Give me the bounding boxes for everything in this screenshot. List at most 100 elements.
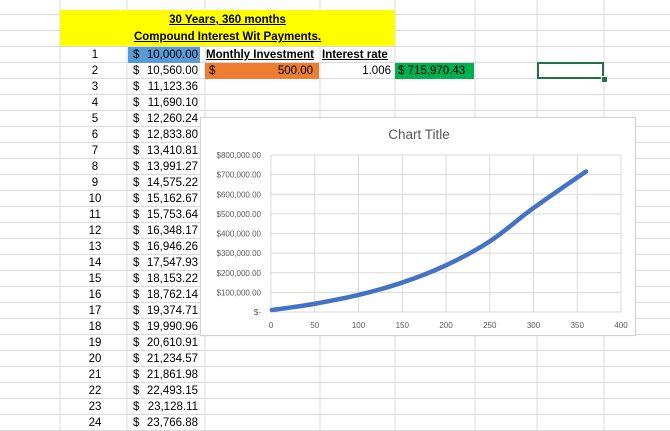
row-number[interactable]: 2 (65, 63, 125, 79)
amount-cell[interactable]: $19,990.96 (128, 319, 200, 335)
amount-cell[interactable]: $13,991.27 (128, 159, 200, 175)
monthly-value: 500.00 (277, 65, 313, 77)
row-number[interactable]: 4 (65, 95, 125, 111)
amount-value: 20,610.91 (146, 337, 198, 349)
row-number[interactable]: 1 (65, 47, 125, 63)
amount-cell[interactable]: $11,690.10 (128, 95, 200, 111)
amount-value: 13,991.27 (146, 161, 198, 173)
y-tick-label: $200,000.00 (217, 269, 262, 278)
y-tick-label: $400,000.00 (217, 230, 262, 239)
currency-symbol: $ (133, 337, 140, 349)
row-number[interactable]: 3 (65, 79, 125, 95)
amount-cell[interactable]: $21,861.98 (128, 367, 200, 383)
amount-cell[interactable]: $12,260.24 (128, 111, 200, 127)
currency-symbol: $ (133, 177, 140, 189)
amount-cell[interactable]: $16,946.26 (128, 239, 200, 255)
row-number[interactable]: 23 (65, 399, 125, 415)
amount-value: 21,861.98 (146, 369, 198, 381)
currency-symbol: $ (133, 81, 140, 93)
x-tick-label: 300 (527, 321, 541, 330)
amount-value: 11,123.36 (147, 81, 198, 93)
amount-value: 19,374.71 (146, 305, 198, 317)
fill-handle[interactable] (601, 76, 608, 83)
amount-cell[interactable]: $19,374.71 (128, 303, 200, 319)
row-number[interactable]: 9 (65, 175, 125, 191)
row-number[interactable]: 22 (65, 383, 125, 399)
currency-symbol: $ (133, 209, 140, 221)
x-tick-label: 200 (439, 321, 453, 330)
amount-cell[interactable]: $18,153.22 (128, 271, 200, 287)
currency-symbol: $ (133, 417, 140, 429)
currency-symbol: $ (133, 65, 140, 77)
row-number[interactable]: 6 (65, 127, 125, 143)
amount-cell[interactable]: $20,610.91 (128, 335, 200, 351)
amount-value: 18,153.22 (146, 273, 198, 285)
amount-cell[interactable]: $15,162.67 (128, 191, 200, 207)
currency-symbol: $ (133, 369, 140, 381)
amount-cell[interactable]: $12,833.80 (128, 127, 200, 143)
result-cell[interactable]: $ 715,970.43 (395, 63, 474, 79)
x-tick-label: 100 (352, 321, 366, 330)
amount-cell[interactable]: $21,234.57 (128, 351, 200, 367)
row-number[interactable]: 7 (65, 143, 125, 159)
row-number[interactable]: 21 (65, 367, 125, 383)
amount-value: 23,128.11 (147, 401, 198, 413)
amount-value: 23,766.88 (146, 417, 198, 429)
currency-symbol: $ (133, 161, 140, 173)
amount-cell[interactable]: $18,762.14 (128, 287, 200, 303)
amount-cell[interactable]: $10,560.00 (128, 63, 200, 79)
row-number[interactable]: 11 (65, 207, 125, 223)
currency-symbol: $ (133, 401, 140, 413)
currency-symbol: $ (133, 257, 140, 269)
chart-title[interactable]: Chart Title (388, 127, 450, 142)
y-tick-label: $- (254, 308, 261, 317)
amount-cell[interactable]: $14,575.22 (128, 175, 200, 191)
amount-cell[interactable]: $23,766.88 (128, 415, 200, 431)
x-tick-label: 0 (269, 321, 274, 330)
amount-cell[interactable]: $11,123.36 (128, 79, 200, 95)
currency-symbol: $ (133, 305, 140, 317)
amount-cell[interactable]: $10,000.00 (128, 47, 200, 63)
row-number[interactable]: 19 (65, 335, 125, 351)
row-number[interactable]: 17 (65, 303, 125, 319)
amount-cell[interactable]: $17,547.93 (128, 255, 200, 271)
row-number[interactable]: 13 (65, 239, 125, 255)
interest-rate-header[interactable]: Interest rate (322, 47, 394, 63)
amount-cell[interactable]: $13,410.81 (128, 143, 200, 159)
sheet-title: 30 Years, 360 months (169, 14, 286, 26)
amount-value: 14,575.22 (146, 177, 198, 189)
interest-rate-cell[interactable]: 1.006 (320, 63, 393, 79)
row-number[interactable]: 24 (65, 415, 125, 431)
currency-symbol: $ (133, 97, 140, 109)
amount-value: 10,560.00 (146, 65, 198, 77)
amount-cell[interactable]: $23,128.11 (128, 399, 200, 415)
amount-value: 15,753.64 (146, 209, 198, 221)
amount-value: 11,690.10 (147, 97, 198, 109)
x-tick-label: 350 (571, 321, 585, 330)
amount-value: 17,547.93 (146, 257, 198, 269)
monthly-investment-header[interactable]: Monthly Investment (206, 47, 320, 63)
currency-symbol: $ (133, 129, 140, 141)
currency-symbol: $ (133, 225, 140, 237)
row-number[interactable]: 18 (65, 319, 125, 335)
amount-cell[interactable]: $22,493.15 (128, 383, 200, 399)
row-number[interactable]: 16 (65, 287, 125, 303)
amount-value: 16,348.17 (146, 225, 198, 237)
amount-value: 12,260.24 (146, 113, 198, 125)
selected-cell[interactable] (537, 62, 604, 79)
row-number[interactable]: 8 (65, 159, 125, 175)
row-number[interactable]: 15 (65, 271, 125, 287)
y-tick-label: $600,000.00 (217, 190, 262, 199)
row-number[interactable]: 20 (65, 351, 125, 367)
monthly-investment-cell[interactable]: $ 500.00 (205, 63, 319, 79)
currency-symbol: $ (133, 321, 140, 333)
series-line[interactable] (269, 169, 589, 313)
amount-cell[interactable]: $15,753.64 (128, 207, 200, 223)
row-number[interactable]: 5 (65, 111, 125, 127)
chart[interactable]: $- $100,000.00 $200,000.00 $300,000.00 $400,… (200, 117, 636, 336)
row-number[interactable]: 14 (65, 255, 125, 271)
row-number[interactable]: 12 (65, 223, 125, 239)
row-number[interactable]: 10 (65, 191, 125, 207)
y-tick-label: $500,000.00 (217, 210, 262, 219)
amount-cell[interactable]: $16,348.17 (128, 223, 200, 239)
